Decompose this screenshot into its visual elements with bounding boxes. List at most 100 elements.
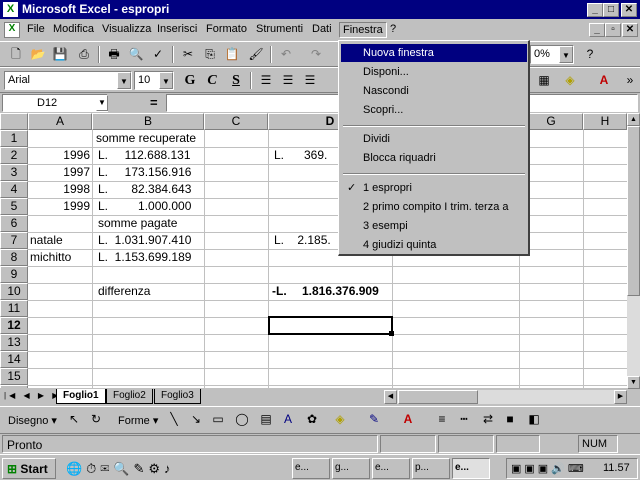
3d-icon[interactable]: ◧	[524, 410, 544, 429]
scroll-left-icon[interactable]: ◀	[384, 390, 397, 404]
menu-item-window-1[interactable]: ✓ 1 espropri	[341, 179, 527, 197]
cell-b7[interactable]: L. 1.031.907.410	[98, 232, 191, 249]
doc-restore-button[interactable]: ▫	[605, 23, 621, 37]
row-header[interactable]: 6	[0, 215, 28, 232]
fill-color-icon[interactable]: ◈	[330, 410, 350, 429]
doc-close-button[interactable]: ✕	[622, 23, 638, 37]
chevron-down-icon[interactable]: ▼	[117, 72, 131, 89]
column-header-c[interactable]: C	[204, 113, 268, 130]
column-header-h[interactable]: H	[583, 113, 627, 130]
excel-app-icon[interactable]: X	[3, 2, 18, 17]
cell-a7[interactable]: natale	[30, 232, 63, 249]
zoom-combo[interactable]: 0% ▼	[530, 45, 574, 64]
open-icon[interactable]: 📂	[28, 45, 48, 64]
taskbar-item[interactable]: g...	[332, 458, 370, 479]
scroll-thumb[interactable]	[627, 126, 640, 296]
row-header[interactable]: 3	[0, 164, 28, 181]
quick-launch-icons[interactable]: 🌐⏱✉🔍✎⚙♪	[66, 461, 175, 477]
row-header[interactable]: 16	[0, 385, 28, 388]
spelling-icon[interactable]: ✓	[148, 45, 168, 64]
font-size-combo[interactable]: 10 ▼	[134, 71, 174, 90]
align-center-icon[interactable]: ☰	[278, 71, 298, 90]
italic-button[interactable]: C	[202, 71, 222, 90]
redo-icon[interactable]: ↷	[306, 45, 326, 64]
wordart-icon[interactable]: A	[278, 410, 298, 429]
row-header[interactable]: 2	[0, 147, 28, 164]
menu-help[interactable]: ?	[387, 22, 399, 36]
menu-item-dividi[interactable]: Dividi	[341, 130, 527, 148]
print-icon[interactable]: ⎙	[74, 45, 94, 64]
row-header[interactable]: 4	[0, 181, 28, 198]
chevron-down-icon[interactable]: ▼	[159, 72, 173, 89]
line-icon[interactable]: ╲	[164, 410, 184, 429]
paste-icon[interactable]: 📋	[222, 45, 242, 64]
formula-equals-button[interactable]: =	[150, 95, 158, 110]
close-button[interactable]: ✕	[621, 3, 637, 17]
taskbar-item[interactable]: e...	[372, 458, 410, 479]
arrow-icon[interactable]: ↘	[186, 410, 206, 429]
document-icon[interactable]: X	[4, 22, 20, 38]
fill-color-icon[interactable]: ◈	[560, 71, 580, 90]
clipart-icon[interactable]: ✿	[302, 410, 322, 429]
cut-icon[interactable]: ✂	[178, 45, 198, 64]
align-right-icon[interactable]: ☰	[300, 71, 320, 90]
chevron-down-icon[interactable]: ▼	[96, 95, 108, 111]
vertical-scrollbar[interactable]: ▲ ▼	[627, 113, 640, 389]
more-buttons-icon[interactable]: »	[620, 71, 640, 90]
scroll-up-icon[interactable]: ▲	[627, 113, 640, 126]
cell-b6[interactable]: somme pagate	[98, 215, 177, 232]
row-header[interactable]: 13	[0, 334, 28, 351]
new-icon[interactable]: 🗋	[6, 45, 26, 64]
maximize-button[interactable]: □	[603, 3, 619, 17]
taskbar-item-word[interactable]: e...	[292, 458, 330, 479]
disegno-menu[interactable]: Disegno ▾	[8, 414, 57, 427]
menu-dati[interactable]: Dati	[309, 22, 335, 36]
save-icon[interactable]: 💾	[50, 45, 70, 64]
copy-icon[interactable]: ⎘	[200, 45, 220, 64]
font-color-icon[interactable]: A	[398, 410, 418, 429]
format-painter-icon[interactable]: 🖌	[246, 45, 266, 64]
preview-icon[interactable]: 🔍	[126, 45, 146, 64]
row-header[interactable]: 9	[0, 266, 28, 283]
menu-formato[interactable]: Formato	[203, 22, 250, 36]
cell-b1[interactable]: somme recuperate	[96, 130, 196, 147]
horizontal-scrollbar[interactable]: ◀ ▶	[384, 390, 627, 404]
column-header-a[interactable]: A	[28, 113, 92, 130]
cell-d7[interactable]: L. 2.185.	[274, 232, 331, 249]
row-header[interactable]: 1	[0, 130, 28, 147]
row-header[interactable]: 5	[0, 198, 28, 215]
name-box[interactable]: D12	[2, 94, 108, 112]
menu-visualizza[interactable]: Visualizza	[99, 22, 154, 36]
start-button[interactable]: ⊞ Start	[2, 458, 56, 479]
oval-icon[interactable]: ◯	[232, 410, 252, 429]
cell-a5[interactable]: 1999	[28, 198, 90, 215]
help-icon[interactable]: ?	[580, 45, 600, 64]
scroll-right-icon[interactable]: ▶	[614, 390, 627, 404]
menu-item-window-2[interactable]: 2 primo compito I trim. terza a	[341, 198, 527, 216]
font-color-icon[interactable]: A	[594, 71, 614, 90]
tab-foglio3[interactable]: Foglio3	[154, 389, 201, 404]
menu-item-scopri[interactable]: Scopri...	[341, 101, 527, 119]
chevron-down-icon[interactable]: ▼	[559, 46, 573, 63]
menu-file[interactable]: File	[24, 22, 48, 36]
cell-b2[interactable]: L. 112.688.131	[98, 147, 191, 164]
menu-item-window-3[interactable]: 3 esempi	[341, 217, 527, 235]
print-preview-icon[interactable]: 🖶	[104, 45, 124, 64]
row-header[interactable]: 8	[0, 249, 28, 266]
cell-b5[interactable]: L. 1.000.000	[98, 198, 191, 215]
column-header-b[interactable]: B	[92, 113, 204, 130]
spreadsheet-grid[interactable]: A B C D G H 1 2 3 4 5 6 7 8 9 10 11 12 1…	[0, 113, 627, 388]
align-left-icon[interactable]: ☰	[256, 71, 276, 90]
borders-icon[interactable]: ▦	[534, 71, 554, 90]
arrow-style-icon[interactable]: ⇄	[478, 410, 498, 429]
dash-style-icon[interactable]: ┅	[454, 410, 474, 429]
shadow-icon[interactable]: ■	[500, 410, 520, 429]
taskbar-item[interactable]: p...	[412, 458, 450, 479]
select-arrow-icon[interactable]: ↖	[64, 410, 84, 429]
row-header[interactable]: 15	[0, 368, 28, 385]
menu-modifica[interactable]: Modifica	[50, 22, 97, 36]
font-combo[interactable]: Arial ▼	[4, 71, 132, 90]
cell-b3[interactable]: L. 173.156.916	[98, 164, 191, 181]
select-all-corner[interactable]	[0, 113, 28, 130]
menu-item-window-4[interactable]: 4 giudizi quinta	[341, 236, 527, 254]
